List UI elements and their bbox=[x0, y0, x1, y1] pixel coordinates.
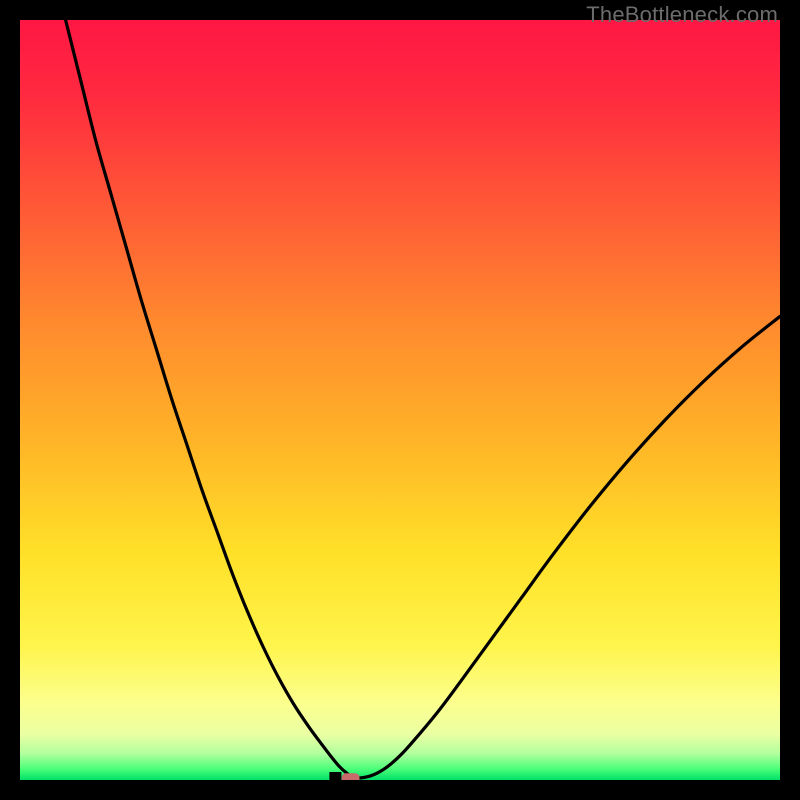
chart-frame bbox=[20, 20, 780, 780]
optimal-point-marker bbox=[342, 773, 360, 780]
gradient-background bbox=[20, 20, 780, 780]
bottleneck-curve-plot bbox=[20, 20, 780, 780]
baseline-notch bbox=[329, 772, 341, 780]
watermark-text: TheBottleneck.com bbox=[586, 2, 778, 28]
